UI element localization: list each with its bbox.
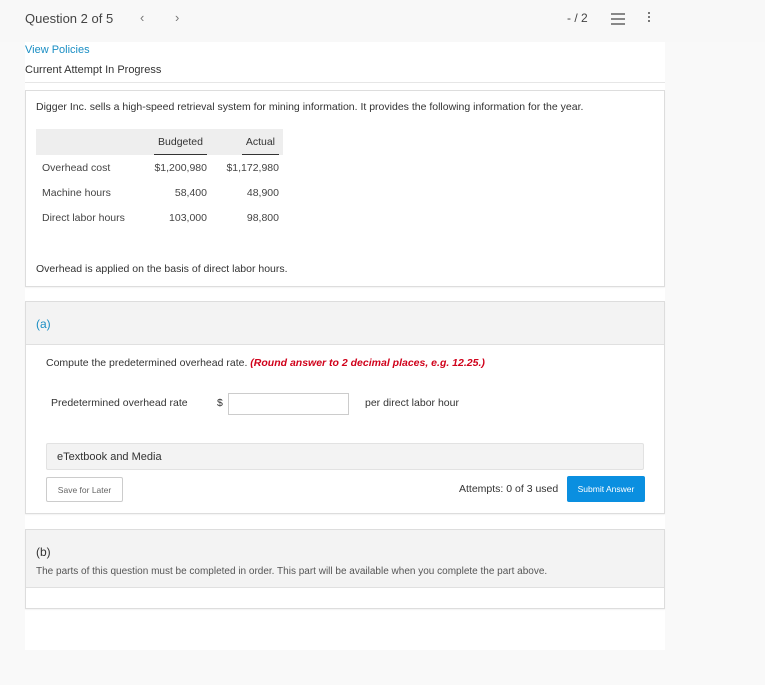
answer-unit: per direct labor hour xyxy=(365,397,459,409)
table-header-budgeted: Budgeted xyxy=(136,129,211,155)
part-b-header: (b) The parts of this question must be c… xyxy=(26,530,664,588)
row-label: Machine hours xyxy=(42,186,111,199)
answer-label: Predetermined overhead rate xyxy=(51,397,188,409)
part-a-label: (a) xyxy=(36,317,51,331)
actual-value: 98,800 xyxy=(246,211,279,224)
divider xyxy=(25,82,665,83)
part-a-prompt: Compute the predetermined overhead rate.… xyxy=(46,357,485,369)
budgeted-value: $1,200,980 xyxy=(154,161,207,174)
view-policies-link[interactable]: View Policies xyxy=(25,44,90,56)
actual-value: $1,172,980 xyxy=(226,161,279,174)
intro-text: Digger Inc. sells a high-speed retrieval… xyxy=(36,101,584,113)
actual-value: 48,900 xyxy=(246,186,279,199)
rounding-hint: (Round answer to 2 decimal places, e.g. … xyxy=(250,357,485,369)
row-label: Direct labor hours xyxy=(42,211,125,224)
table-row: Machine hours 58,400 48,900 xyxy=(36,180,283,205)
part-b-card: (b) The parts of this question must be c… xyxy=(25,529,665,609)
save-for-later-button[interactable]: Save for Later xyxy=(46,477,123,502)
question-intro-card: Digger Inc. sells a high-speed retrieval… xyxy=(25,90,665,287)
table-header-row: Budgeted Actual xyxy=(36,129,283,155)
part-a-card: (a) Compute the predetermined overhead r… xyxy=(25,301,665,514)
chevron-left-icon[interactable]: ‹ xyxy=(140,10,144,25)
budgeted-value: 103,000 xyxy=(169,211,207,224)
list-icon[interactable] xyxy=(611,13,625,25)
score-display: - / 2 xyxy=(567,11,588,25)
part-b-label: (b) xyxy=(36,545,51,559)
attempts-counter: Attempts: 0 of 3 used xyxy=(459,483,559,495)
top-bar: Question 2 of 5 ‹ › - / 2 xyxy=(0,0,765,42)
table-header-blank xyxy=(36,129,136,155)
main-content: View Policies Current Attempt In Progres… xyxy=(25,42,665,650)
actual-header-label: Actual xyxy=(241,130,279,155)
etextbook-media-button[interactable]: eTextbook and Media xyxy=(46,443,644,470)
submit-answer-button[interactable]: Submit Answer xyxy=(567,476,645,502)
part-b-locked-message: The parts of this question must be compl… xyxy=(36,566,548,577)
attempt-status: Current Attempt In Progress xyxy=(25,64,162,76)
overhead-rate-input[interactable] xyxy=(228,393,349,415)
row-label: Overhead cost xyxy=(42,161,111,174)
table-row: Overhead cost $1,200,980 $1,172,980 xyxy=(36,155,283,180)
part-a-header: (a) xyxy=(26,302,664,345)
prompt-text: Compute the predetermined overhead rate. xyxy=(46,357,248,369)
table-header-actual: Actual xyxy=(211,129,283,155)
more-vertical-icon[interactable] xyxy=(647,12,651,26)
table-row: Direct labor hours 103,000 98,800 xyxy=(36,205,283,230)
data-table: Budgeted Actual Overhead cost $1,200,980… xyxy=(36,129,283,230)
budgeted-value: 58,400 xyxy=(174,186,207,199)
question-counter: Question 2 of 5 xyxy=(25,11,114,26)
chevron-right-icon[interactable]: › xyxy=(175,10,179,25)
currency-symbol: $ xyxy=(217,397,223,409)
budgeted-header-label: Budgeted xyxy=(154,130,207,155)
intro-note: Overhead is applied on the basis of dire… xyxy=(36,263,288,275)
